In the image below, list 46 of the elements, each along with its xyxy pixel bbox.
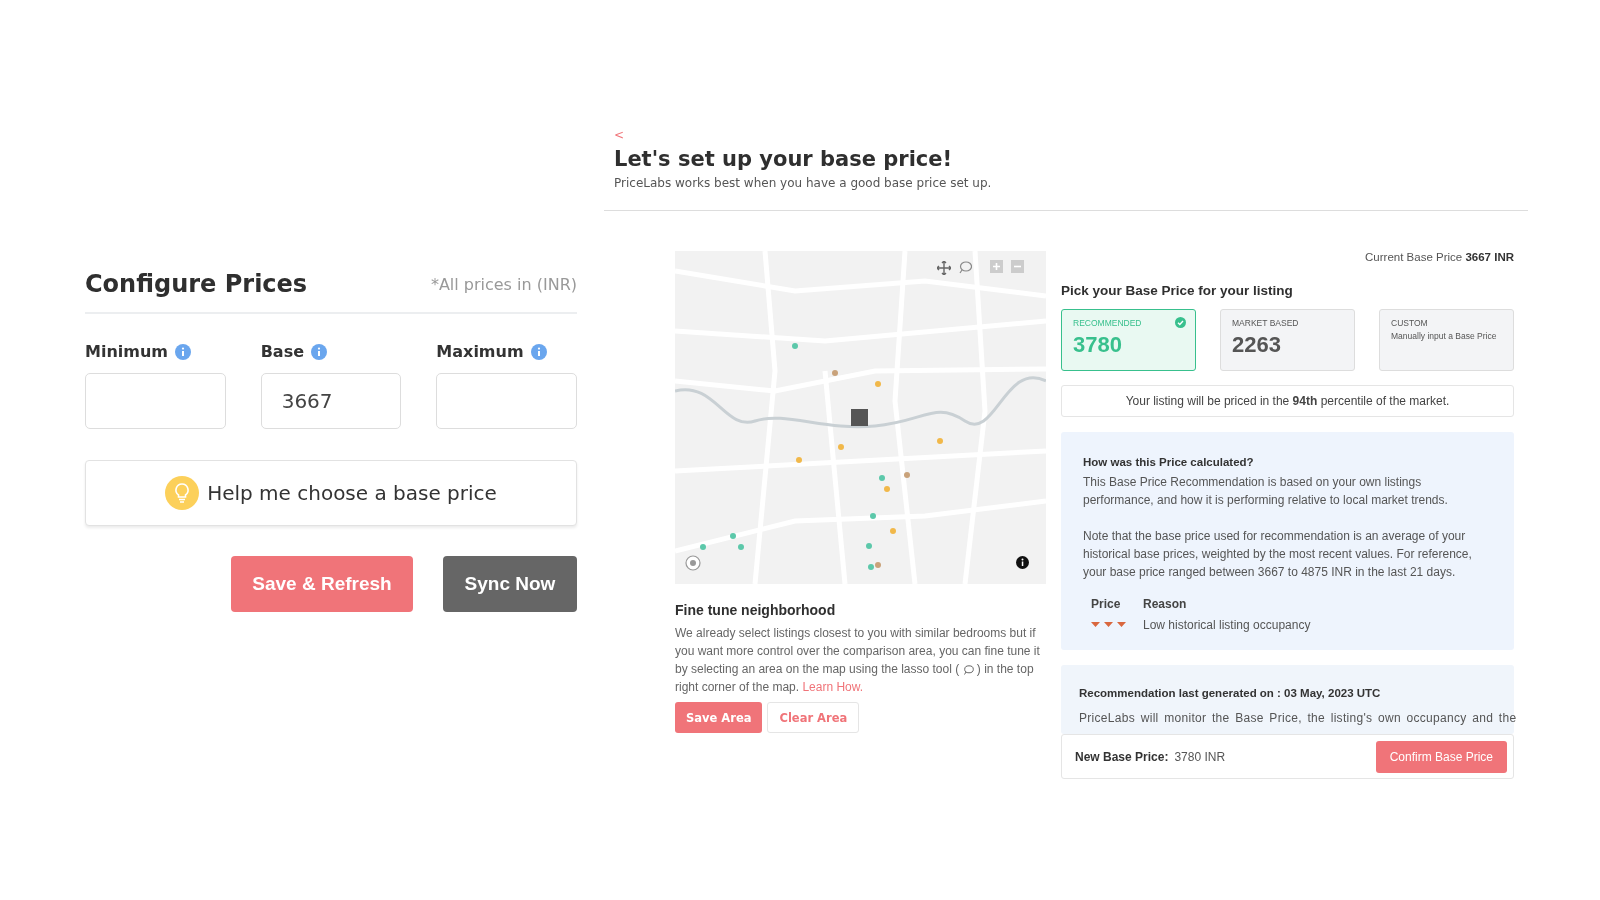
section-title: Configure Prices [85, 270, 308, 298]
new-price-label: New Base Price: [1075, 749, 1169, 764]
save-refresh-button[interactable]: Save & Refresh [231, 556, 413, 612]
recommendation-title: Recommendation last generated on : 03 May, 2023 UTC [1079, 687, 1382, 699]
calculation-text: This Base Price Recommendation is based on your own listings performance, and how it is performing relative to local market trends. [1083, 474, 1449, 509]
pick-title: Pick your Base Price for your listing [1061, 283, 1294, 298]
field-label: Base [260, 342, 305, 361]
zoom-in-icon[interactable] [990, 260, 1003, 273]
new-price-value: 3780 INR [1174, 749, 1226, 764]
info-icon[interactable] [1016, 556, 1029, 569]
clear-area-button[interactable]: Clear Area [767, 702, 860, 733]
lasso-icon [962, 664, 974, 675]
reason-text: Low historical listing occupancy [1143, 618, 1312, 632]
save-area-button[interactable]: Save Area [675, 702, 763, 733]
page-title: Let's set up your base price! [614, 147, 954, 171]
price-input[interactable] [85, 373, 226, 429]
column-header: Price [1091, 597, 1122, 611]
lasso-icon[interactable] [958, 261, 972, 274]
zoom-out-icon[interactable] [1011, 260, 1024, 273]
confirm-button[interactable]: Confirm Base Price [1375, 740, 1507, 773]
recommendation-text: PriceLabs will monitor the Base Price, the listing's own occupancy and the [1079, 710, 1517, 726]
move-icon[interactable] [937, 261, 951, 275]
field-label: Minimum [85, 342, 168, 361]
back-link[interactable]: < [614, 128, 625, 142]
lightbulb-icon [165, 476, 200, 510]
price-input[interactable] [436, 373, 577, 429]
price-option-card[interactable]: MARKET BASED 2263 [1220, 309, 1355, 371]
price-input[interactable]: 3667 [260, 373, 402, 429]
current-base-price: Current Base Price 3667 INR [1365, 251, 1514, 263]
neighborhood-title: Fine tune neighborhood [675, 602, 837, 618]
price-option-card[interactable]: CUSTOM Manually input a Base Price [1379, 309, 1514, 371]
calculation-title: How was this Price calculated? [1083, 456, 1255, 468]
field-label: Maximum [436, 342, 524, 361]
price-option-card[interactable]: RECOMMENDED 3780 [1061, 309, 1196, 371]
page-subtitle: PriceLabs works best when you have a good base price set up. [614, 176, 993, 190]
down-arrows-icon [1091, 621, 1127, 629]
column-header: Reason [1143, 597, 1188, 611]
help-choose-button[interactable]: Help me choose a base price [85, 460, 577, 526]
currency-note: *All prices in (INR) [430, 274, 577, 294]
learn-how-link[interactable]: Learn How. [802, 680, 864, 694]
percentile-note: Your listing will be priced in the 94th percentile of the market. [1061, 385, 1514, 417]
location-icon[interactable] [685, 555, 701, 571]
sync-button[interactable]: Sync Now [443, 556, 577, 612]
check-icon [1175, 317, 1186, 328]
calculation-text: Note that the base price used for recommendation is an average of your historical base prices, weighted by the most recent values. For reference, your base price ranged between 3667 to 4875 INR in the last 21 days. [1083, 528, 1473, 581]
neighborhood-description: We already select listings closest to you with similar bedrooms but if you want more control over the comparison area, you can fine tune it by selecting an area on the map using the lasso tool ( ) in the top right corner of the map. Learn How. [675, 625, 1041, 696]
